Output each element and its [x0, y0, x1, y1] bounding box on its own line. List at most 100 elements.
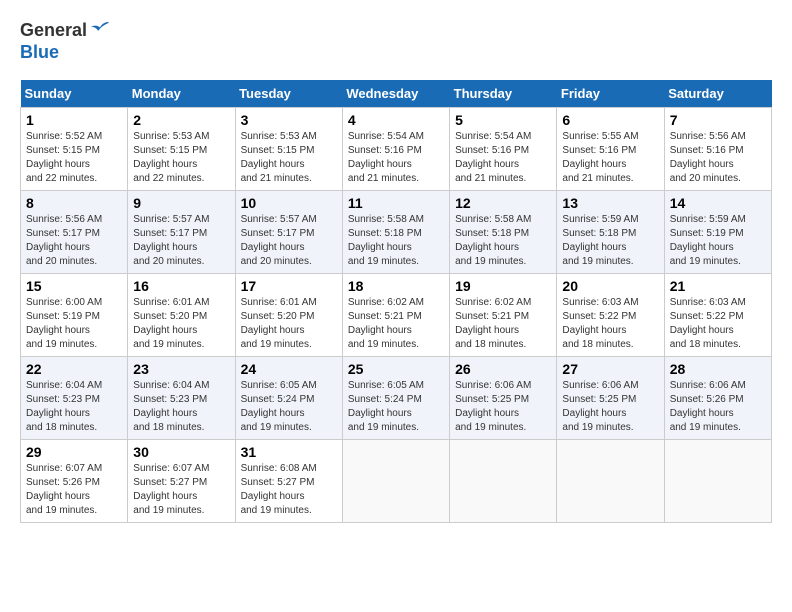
day-number: 16: [133, 278, 229, 294]
calendar-cell: 26 Sunrise: 6:06 AMSunset: 5:25 PMDayligh…: [450, 356, 557, 439]
day-info: Sunrise: 6:07 AMSunset: 5:26 PMDaylight …: [26, 462, 122, 518]
calendar-week-row: 29 Sunrise: 6:07 AMSunset: 5:26 PMDayligh…: [21, 439, 772, 522]
day-info: Sunrise: 6:00 AMSunset: 5:19 PMDaylight …: [26, 296, 122, 352]
calendar-cell: 31Sunrise: 6:08 AMSunset: 5:27 PMDayligh…: [235, 439, 342, 522]
logo: General Blue: [20, 20, 111, 64]
calendar-cell: 2 Sunrise: 5:53 AMSunset: 5:15 PMDaylight…: [128, 107, 235, 190]
calendar-cell: 6 Sunrise: 5:55 AMSunset: 5:16 PMDaylight…: [557, 107, 664, 190]
day-info: Sunrise: 5:55 AMSunset: 5:16 PMDaylight …: [562, 130, 658, 186]
day-info: Sunrise: 6:03 AMSunset: 5:22 PMDaylight …: [670, 296, 766, 352]
day-info: Sunrise: 6:04 AMSunset: 5:23 PMDaylight …: [133, 379, 229, 435]
day-number: 2: [133, 112, 229, 128]
calendar-cell: 20 Sunrise: 6:03 AMSunset: 5:22 PMDayligh…: [557, 273, 664, 356]
calendar-cell: [342, 439, 449, 522]
day-number: 20: [562, 278, 658, 294]
calendar-cell: 28Sunrise: 6:06 AMSunset: 5:26 PMDayligh…: [664, 356, 771, 439]
day-number: 7: [670, 112, 766, 128]
calendar-cell: 8 Sunrise: 5:56 AMSunset: 5:17 PMDaylight…: [21, 190, 128, 273]
day-number: 13: [562, 195, 658, 211]
day-info: Sunrise: 6:07 AMSunset: 5:27 PMDaylight …: [133, 462, 229, 518]
day-number: 1: [26, 112, 122, 128]
day-number: 23: [133, 361, 229, 377]
calendar-cell: 7 Sunrise: 5:56 AMSunset: 5:16 PMDaylight…: [664, 107, 771, 190]
day-number: 12: [455, 195, 551, 211]
day-info: Sunrise: 6:05 AMSunset: 5:24 PMDaylight …: [348, 379, 444, 435]
calendar-week-row: 22 Sunrise: 6:04 AMSunset: 5:23 PMDayligh…: [21, 356, 772, 439]
day-info: Sunrise: 5:52 AMSunset: 5:15 PMDaylight …: [26, 130, 122, 186]
day-number: 8: [26, 195, 122, 211]
calendar-cell: [557, 439, 664, 522]
calendar-cell: 22 Sunrise: 6:04 AMSunset: 5:23 PMDayligh…: [21, 356, 128, 439]
day-number: 21: [670, 278, 766, 294]
calendar-cell: 27 Sunrise: 6:06 AMSunset: 5:25 PMDayligh…: [557, 356, 664, 439]
day-info: Sunrise: 5:57 AMSunset: 5:17 PMDaylight …: [133, 213, 229, 269]
day-info: Sunrise: 6:06 AMSunset: 5:25 PMDaylight …: [562, 379, 658, 435]
logo-bird-icon: [89, 20, 111, 42]
day-info: Sunrise: 5:53 AMSunset: 5:15 PMDaylight …: [241, 130, 337, 186]
day-number: 22: [26, 361, 122, 377]
day-number: 30: [133, 444, 229, 460]
calendar-cell: 23 Sunrise: 6:04 AMSunset: 5:23 PMDayligh…: [128, 356, 235, 439]
day-info: Sunrise: 5:56 AMSunset: 5:17 PMDaylight …: [26, 213, 122, 269]
day-info: Sunrise: 5:58 AMSunset: 5:18 PMDaylight …: [348, 213, 444, 269]
calendar-cell: 14 Sunrise: 5:59 AMSunset: 5:19 PMDayligh…: [664, 190, 771, 273]
weekday-header-row: SundayMondayTuesdayWednesdayThursdayFrid…: [21, 80, 772, 108]
day-info: Sunrise: 6:04 AMSunset: 5:23 PMDaylight …: [26, 379, 122, 435]
day-number: 11: [348, 195, 444, 211]
day-info: Sunrise: 6:06 AMSunset: 5:25 PMDaylight …: [455, 379, 551, 435]
calendar-cell: [450, 439, 557, 522]
day-info: Sunrise: 6:05 AMSunset: 5:24 PMDaylight …: [241, 379, 337, 435]
day-info: Sunrise: 6:08 AMSunset: 5:27 PMDaylight …: [241, 462, 337, 518]
calendar-week-row: 15 Sunrise: 6:00 AMSunset: 5:19 PMDayligh…: [21, 273, 772, 356]
day-number: 24: [241, 361, 337, 377]
calendar-cell: 25Sunrise: 6:05 AMSunset: 5:24 PMDayligh…: [342, 356, 449, 439]
calendar-week-row: 1 Sunrise: 5:52 AMSunset: 5:15 PMDaylight…: [21, 107, 772, 190]
calendar-cell: 9 Sunrise: 5:57 AMSunset: 5:17 PMDaylight…: [128, 190, 235, 273]
calendar-cell: 5 Sunrise: 5:54 AMSunset: 5:16 PMDaylight…: [450, 107, 557, 190]
day-number: 9: [133, 195, 229, 211]
day-number: 17: [241, 278, 337, 294]
day-info: Sunrise: 6:02 AMSunset: 5:21 PMDaylight …: [455, 296, 551, 352]
calendar-cell: 12 Sunrise: 5:58 AMSunset: 5:18 PMDayligh…: [450, 190, 557, 273]
calendar-cell: 19 Sunrise: 6:02 AMSunset: 5:21 PMDayligh…: [450, 273, 557, 356]
day-info: Sunrise: 6:02 AMSunset: 5:21 PMDaylight …: [348, 296, 444, 352]
weekday-header: Friday: [557, 80, 664, 108]
day-info: Sunrise: 5:53 AMSunset: 5:15 PMDaylight …: [133, 130, 229, 186]
logo-text-general: General: [20, 20, 111, 42]
weekday-header: Monday: [128, 80, 235, 108]
weekday-header: Wednesday: [342, 80, 449, 108]
day-number: 27: [562, 361, 658, 377]
day-info: Sunrise: 5:56 AMSunset: 5:16 PMDaylight …: [670, 130, 766, 186]
page-header: General Blue: [20, 20, 772, 64]
day-info: Sunrise: 6:01 AMSunset: 5:20 PMDaylight …: [133, 296, 229, 352]
day-number: 5: [455, 112, 551, 128]
day-number: 6: [562, 112, 658, 128]
day-number: 10: [241, 195, 337, 211]
calendar-cell: 17Sunrise: 6:01 AMSunset: 5:20 PMDayligh…: [235, 273, 342, 356]
day-info: Sunrise: 5:58 AMSunset: 5:18 PMDaylight …: [455, 213, 551, 269]
day-number: 15: [26, 278, 122, 294]
weekday-header: Tuesday: [235, 80, 342, 108]
day-info: Sunrise: 5:59 AMSunset: 5:19 PMDaylight …: [670, 213, 766, 269]
day-number: 14: [670, 195, 766, 211]
day-number: 3: [241, 112, 337, 128]
logo-text-blue: Blue: [20, 42, 111, 64]
day-info: Sunrise: 5:57 AMSunset: 5:17 PMDaylight …: [241, 213, 337, 269]
day-number: 29: [26, 444, 122, 460]
weekday-header: Sunday: [21, 80, 128, 108]
day-info: Sunrise: 5:54 AMSunset: 5:16 PMDaylight …: [455, 130, 551, 186]
day-number: 19: [455, 278, 551, 294]
day-info: Sunrise: 6:03 AMSunset: 5:22 PMDaylight …: [562, 296, 658, 352]
day-info: Sunrise: 5:59 AMSunset: 5:18 PMDaylight …: [562, 213, 658, 269]
calendar-week-row: 8 Sunrise: 5:56 AMSunset: 5:17 PMDaylight…: [21, 190, 772, 273]
calendar-cell: 1 Sunrise: 5:52 AMSunset: 5:15 PMDaylight…: [21, 107, 128, 190]
calendar-cell: 15 Sunrise: 6:00 AMSunset: 5:19 PMDayligh…: [21, 273, 128, 356]
calendar-cell: 16 Sunrise: 6:01 AMSunset: 5:20 PMDayligh…: [128, 273, 235, 356]
day-number: 4: [348, 112, 444, 128]
day-number: 26: [455, 361, 551, 377]
day-number: 28: [670, 361, 766, 377]
calendar-cell: 21 Sunrise: 6:03 AMSunset: 5:22 PMDayligh…: [664, 273, 771, 356]
calendar-cell: [664, 439, 771, 522]
weekday-header: Saturday: [664, 80, 771, 108]
day-number: 18: [348, 278, 444, 294]
